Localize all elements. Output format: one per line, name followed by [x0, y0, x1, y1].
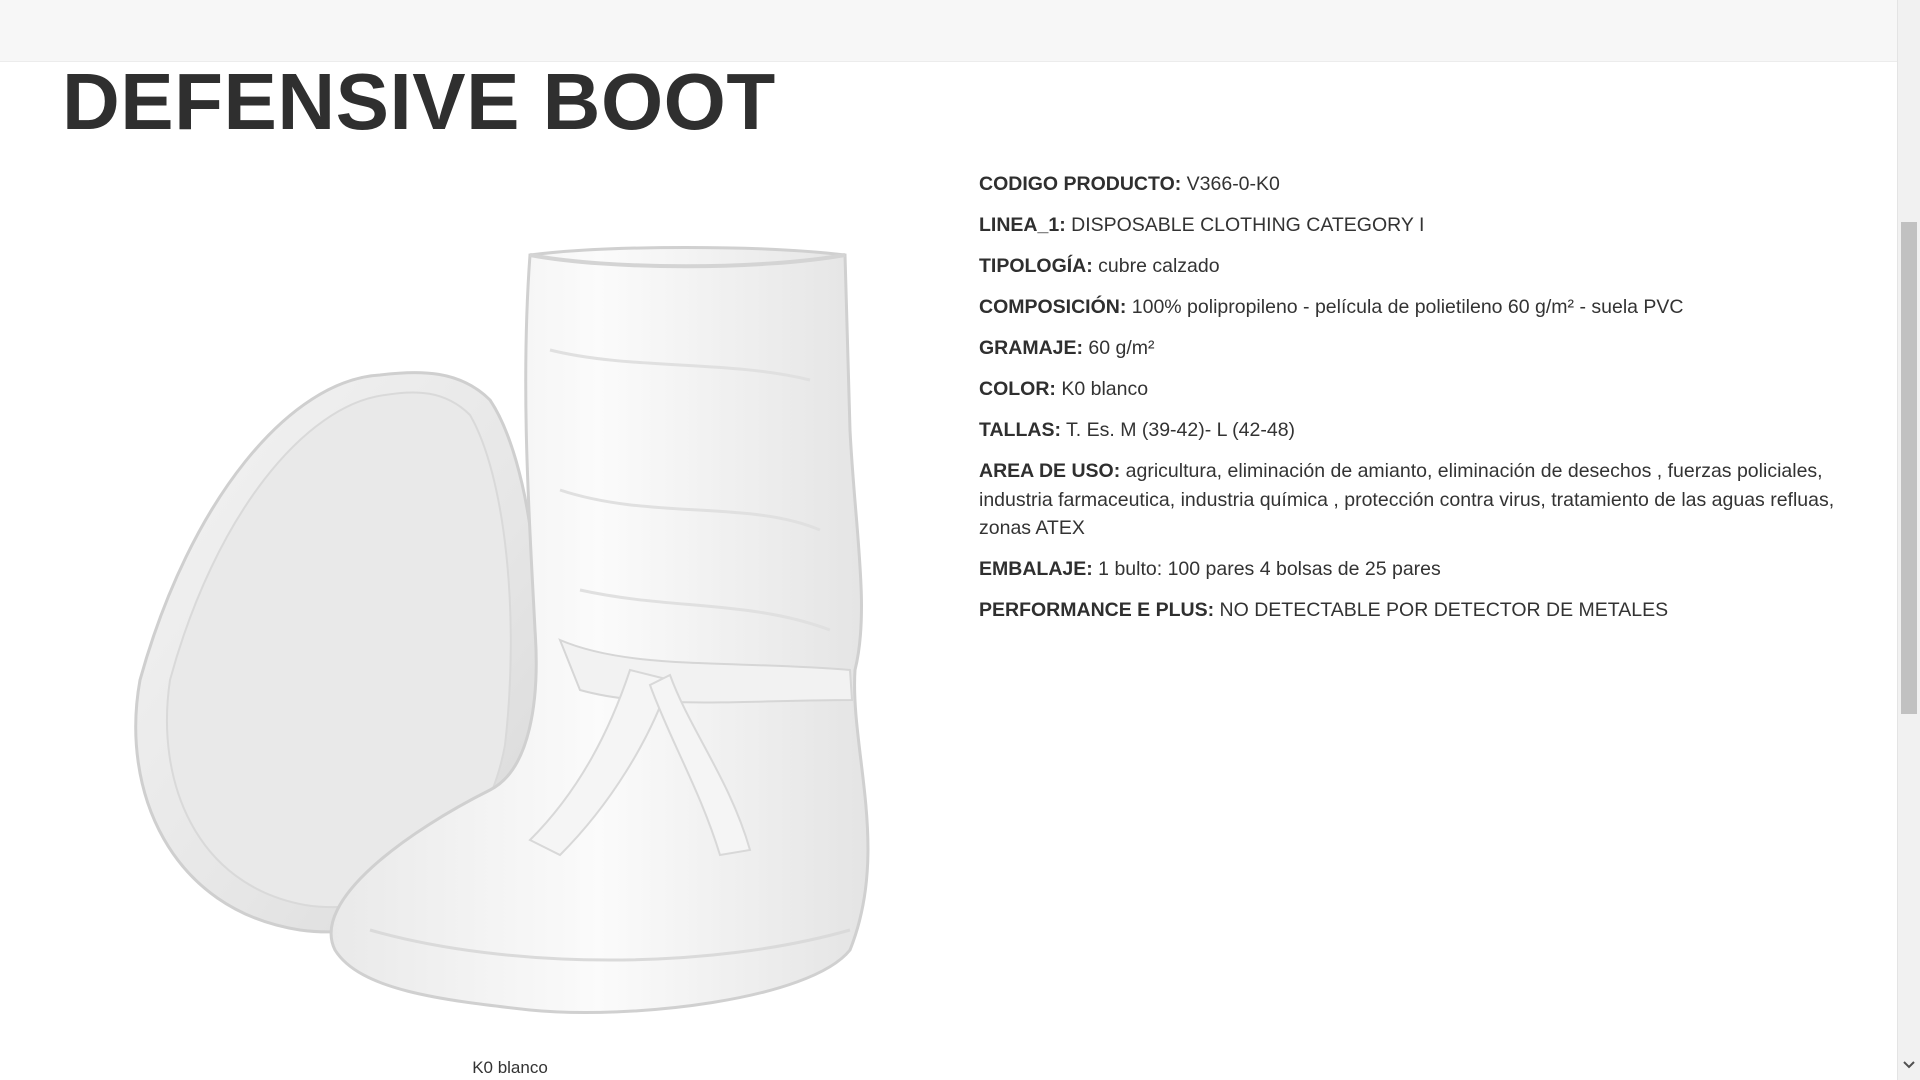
spec-value: V366-0-K0: [1181, 173, 1280, 195]
spec-value: 60 g/m²: [1083, 337, 1155, 359]
spec-row-codigo-producto: CODIGO PRODUCTO: V366-0-K0: [979, 170, 1839, 199]
spec-row-embalaje: EMBALAJE: 1 bulto: 100 pares 4 bolsas de…: [979, 555, 1839, 584]
vertical-scrollbar[interactable]: [1897, 0, 1920, 1080]
spec-label: TIPOLOGÍA:: [979, 255, 1093, 277]
spec-row-composicion: COMPOSICIÓN: 100% polipropileno - pelícu…: [979, 293, 1839, 322]
spec-label: TALLAS:: [979, 419, 1061, 441]
spec-label: AREA DE USO:: [979, 460, 1121, 482]
spec-label: COMPOSICIÓN:: [979, 296, 1127, 318]
chevron-down-icon[interactable]: [1898, 1056, 1920, 1074]
spec-value: T. Es. M (39-42)- L (42-48): [1060, 419, 1296, 441]
spec-value: K0 blanco: [1055, 378, 1149, 400]
spec-label: CODIGO PRODUCTO:: [979, 173, 1182, 195]
boot-cover-illustration: [134, 246, 870, 1014]
spec-label: LINEA_1:: [979, 214, 1066, 236]
spec-row-performance: PERFORMANCE E PLUS: NO DETECTABLE POR DE…: [979, 596, 1839, 625]
spec-row-tallas: TALLAS: T. Es. M (39-42)- L (42-48): [979, 416, 1839, 445]
image-caption: K0 blanco: [472, 1058, 548, 1077]
product-specifications: CODIGO PRODUCTO: V366-0-K0 LINEA_1: DISP…: [979, 170, 1839, 637]
spec-row-tipologia: TIPOLOGÍA: cubre calzado: [979, 252, 1839, 281]
top-navigation-bar: [0, 0, 1898, 62]
spec-label: PERFORMANCE E PLUS:: [979, 599, 1215, 621]
product-title: DEFENSIVE BOOT: [62, 57, 776, 146]
spec-value: 100% polipropileno - película de polieti…: [1126, 296, 1684, 318]
spec-row-linea: LINEA_1: DISPOSABLE CLOTHING CATEGORY I: [979, 211, 1839, 240]
spec-row-color: COLOR: K0 blanco: [979, 375, 1839, 404]
spec-label: GRAMAJE:: [979, 337, 1084, 359]
spec-label: COLOR:: [979, 378, 1056, 400]
spec-value: 1 bulto: 100 pares 4 bolsas de 25 pares: [1092, 558, 1441, 580]
product-image[interactable]: [110, 230, 890, 1030]
spec-row-area-de-uso: AREA DE USO: agricultura, eliminación de…: [979, 457, 1839, 543]
spec-value: DISPOSABLE CLOTHING CATEGORY I: [1065, 214, 1425, 236]
spec-label: EMBALAJE:: [979, 558, 1093, 580]
scrollbar-thumb[interactable]: [1901, 222, 1917, 714]
spec-value: cubre calzado: [1092, 255, 1220, 277]
spec-row-gramaje: GRAMAJE: 60 g/m²: [979, 334, 1839, 363]
spec-value: NO DETECTABLE POR DETECTOR DE METALES: [1214, 599, 1669, 621]
